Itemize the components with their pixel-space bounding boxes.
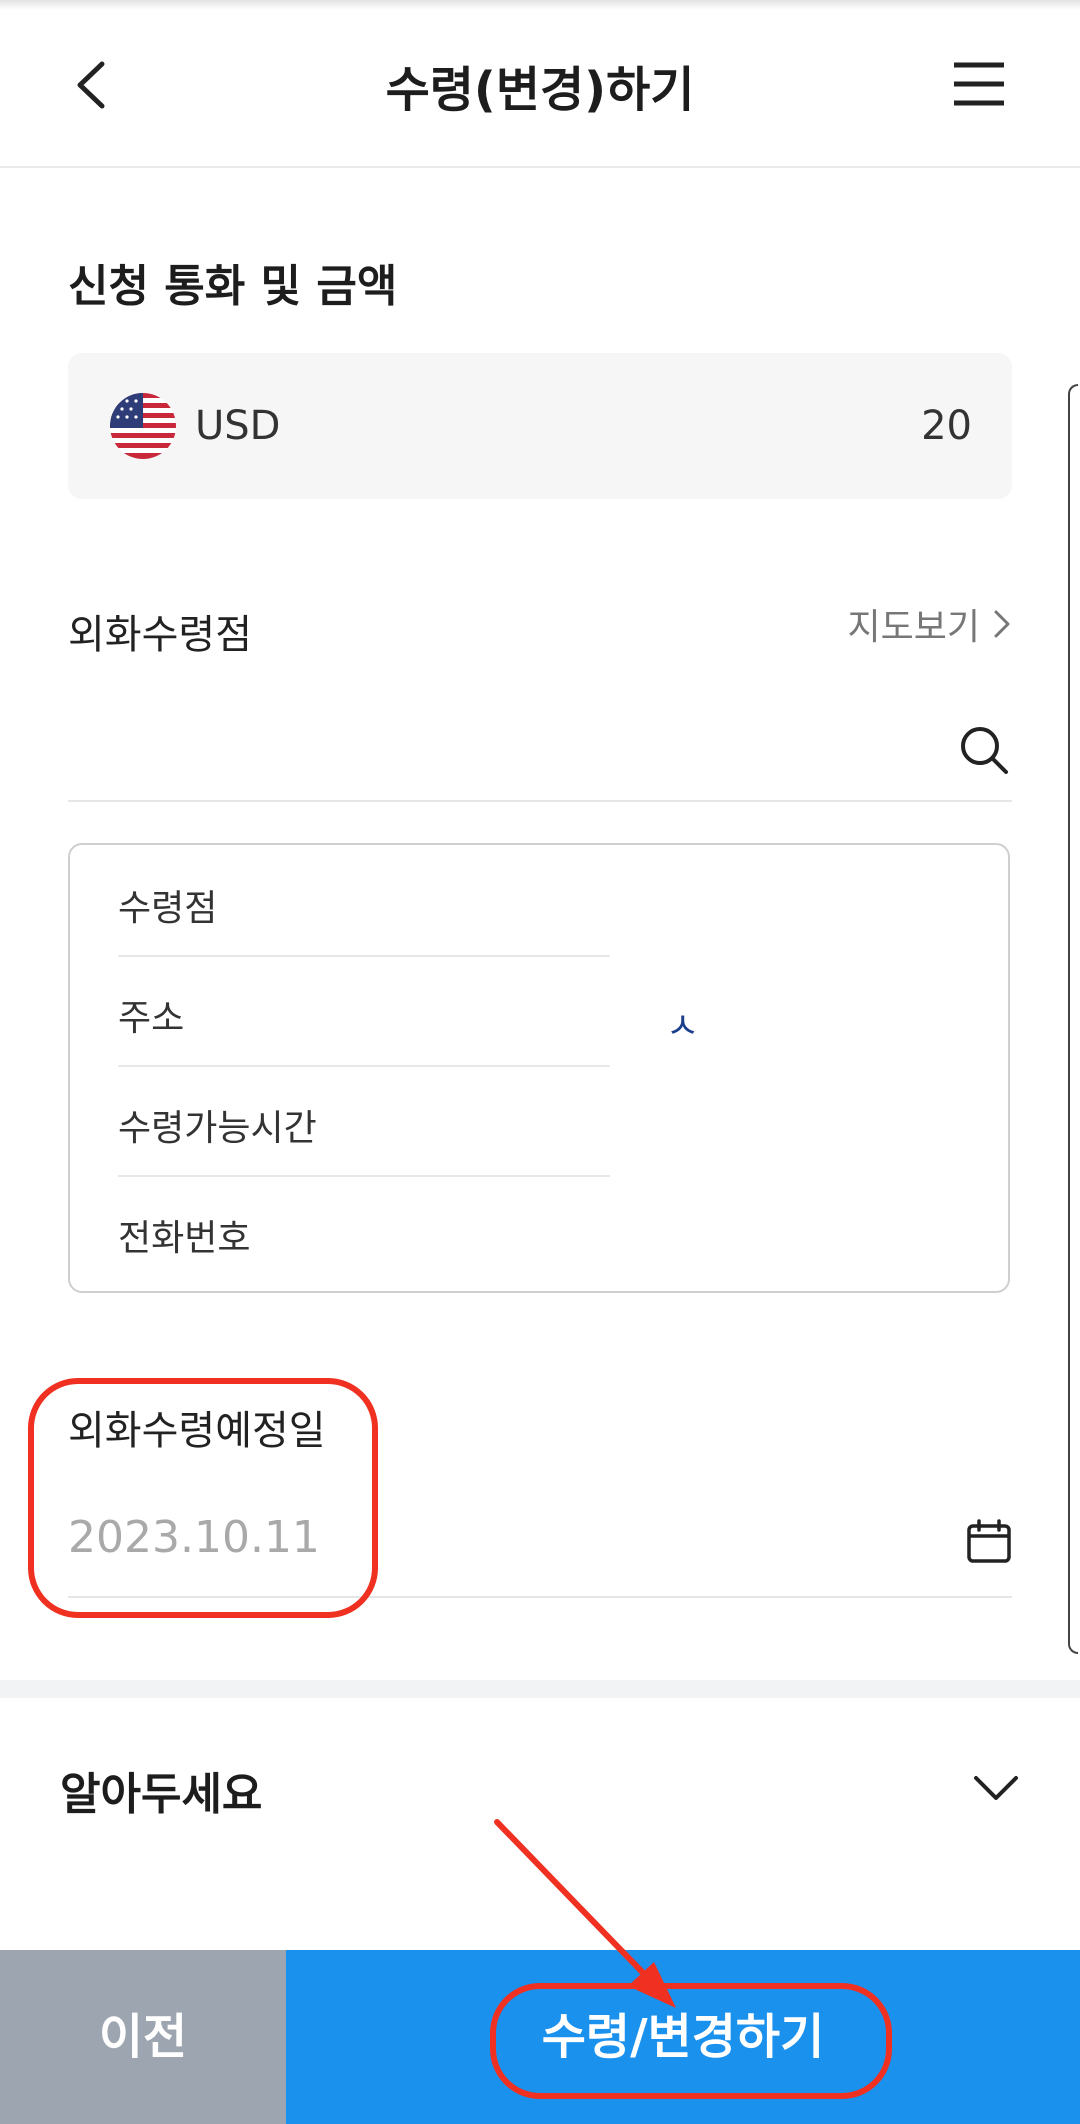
branch-label: 외화수령점 [68, 612, 252, 658]
notice-title: 알아두세요 [60, 1769, 263, 1820]
calendar-icon[interactable] [966, 1518, 1012, 1564]
us-flag-icon [110, 393, 176, 459]
currency-section-title: 신청 통화 및 금액 [68, 261, 398, 312]
info-label-hours: 수령가능시간 [118, 1108, 317, 1149]
info-label-branch: 수령점 [118, 888, 218, 929]
search-icon[interactable] [956, 722, 1012, 778]
info-label-phone: 전화번호 [118, 1218, 251, 1259]
date-highlight-annotation [28, 1378, 378, 1618]
info-row-address: 주소 [118, 955, 610, 1067]
section-divider [0, 1680, 1080, 1698]
chevron-down-icon[interactable] [968, 1760, 1024, 1816]
page-title: 수령(변경)하기 [385, 62, 695, 118]
map-view-link-label: 지도보기 [847, 607, 980, 648]
currency-amount: 20 [921, 403, 972, 449]
map-view-link[interactable]: 지도보기 [848, 598, 1012, 650]
currency-code: USD [195, 403, 281, 449]
branch-search-field[interactable] [68, 710, 1012, 802]
hamburger-menu-icon [954, 62, 1004, 106]
menu-button[interactable] [946, 50, 1016, 120]
address-value-fragment: ㅅ [666, 1006, 700, 1047]
app-header: 수령(변경)하기 [0, 0, 1080, 168]
notice-accordion[interactable]: 알아두세요 [0, 1700, 1080, 1870]
currency-amount-box: USD 20 [68, 353, 1012, 499]
branch-info-box: 수령점 주소 수령가능시간 전화번호 ㅅ [68, 843, 1010, 1293]
chevron-right-icon [994, 610, 1010, 638]
info-label-address: 주소 [118, 998, 185, 1039]
info-row-branch: 수령점 [118, 845, 610, 957]
button-highlight-annotation [490, 1983, 892, 2099]
info-row-hours: 수령가능시간 [118, 1065, 610, 1177]
previous-button[interactable]: 이전 [0, 1950, 286, 2124]
info-row-phone: 전화번호 [118, 1175, 610, 1285]
scroll-indicator [1068, 384, 1078, 1654]
